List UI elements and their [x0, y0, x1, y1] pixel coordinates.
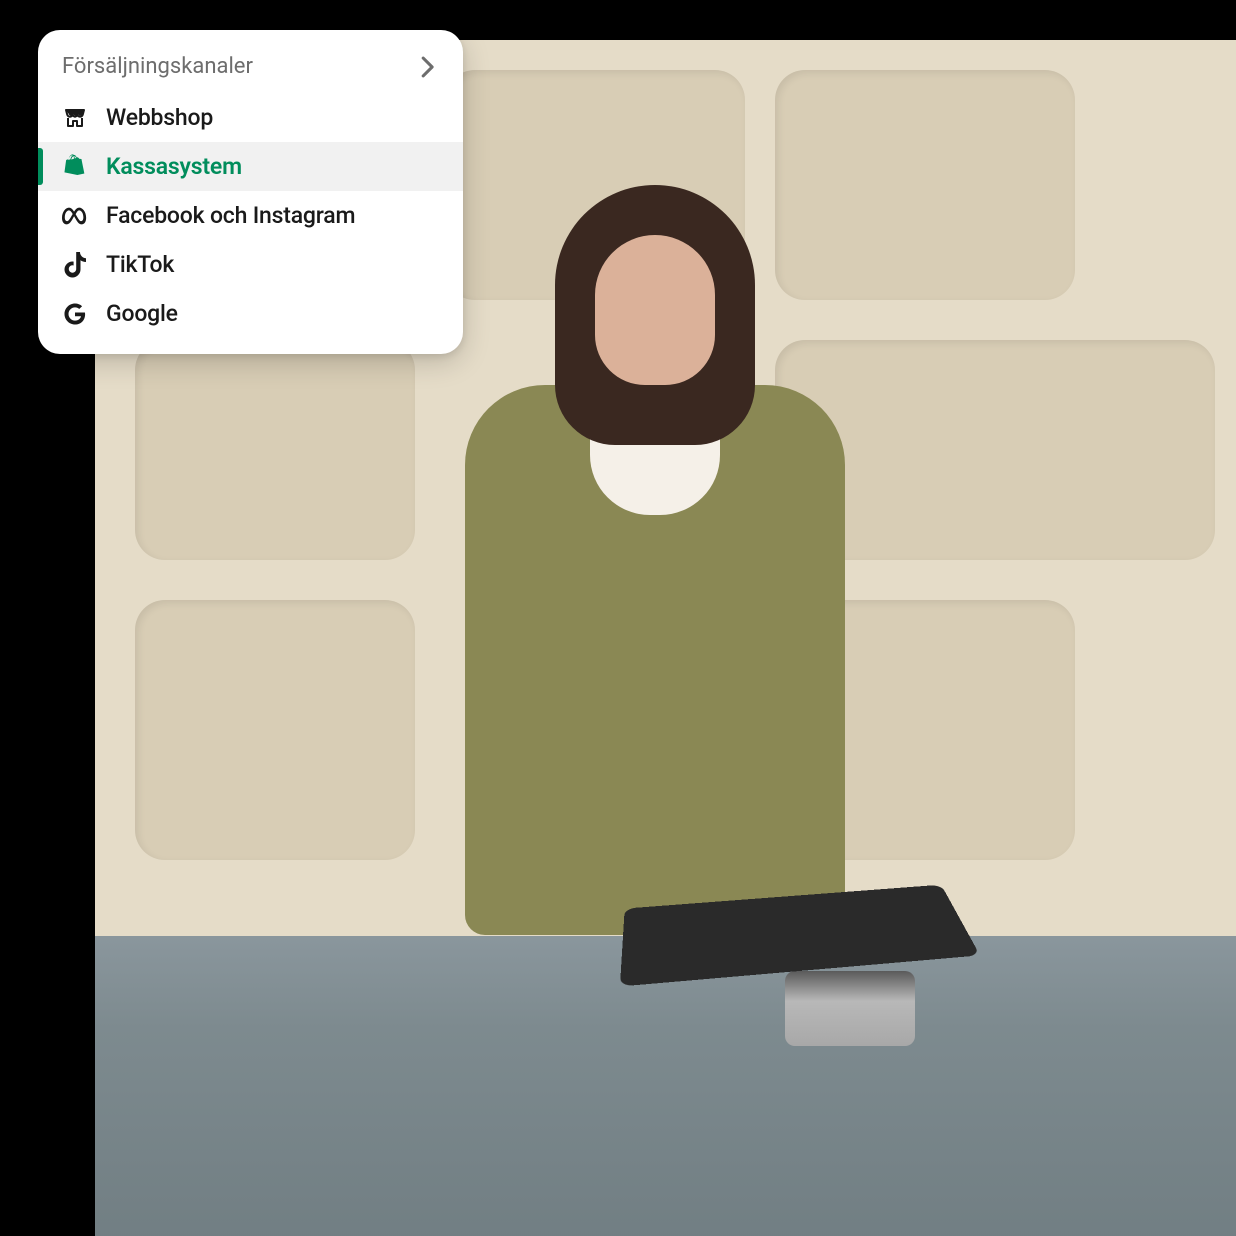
meta-icon	[62, 203, 88, 229]
channel-item-webbshop[interactable]: Webbshop	[38, 93, 463, 142]
channel-label: Kassasystem	[106, 153, 242, 180]
channel-label: Facebook och Instagram	[106, 202, 355, 229]
chevron-right-icon	[417, 56, 439, 78]
shopify-icon	[62, 154, 88, 180]
google-icon	[62, 301, 88, 327]
person-illustration	[445, 185, 865, 975]
channel-label: Webbshop	[106, 104, 213, 131]
channel-label: Google	[106, 300, 178, 327]
tiktok-icon	[62, 252, 88, 278]
store-icon	[62, 105, 88, 131]
channel-item-tiktok[interactable]: TikTok	[38, 240, 463, 289]
channel-item-kassasystem[interactable]: Kassasystem	[38, 142, 463, 191]
pos-terminal	[665, 866, 985, 1046]
channel-item-google[interactable]: Google	[38, 289, 463, 338]
sales-channels-panel: Försäljningskanaler Webbshop Kassasystem	[38, 30, 463, 354]
channel-item-facebook-instagram[interactable]: Facebook och Instagram	[38, 191, 463, 240]
panel-header[interactable]: Försäljningskanaler	[38, 48, 463, 93]
channel-label: TikTok	[106, 251, 174, 278]
panel-title: Försäljningskanaler	[62, 54, 253, 79]
